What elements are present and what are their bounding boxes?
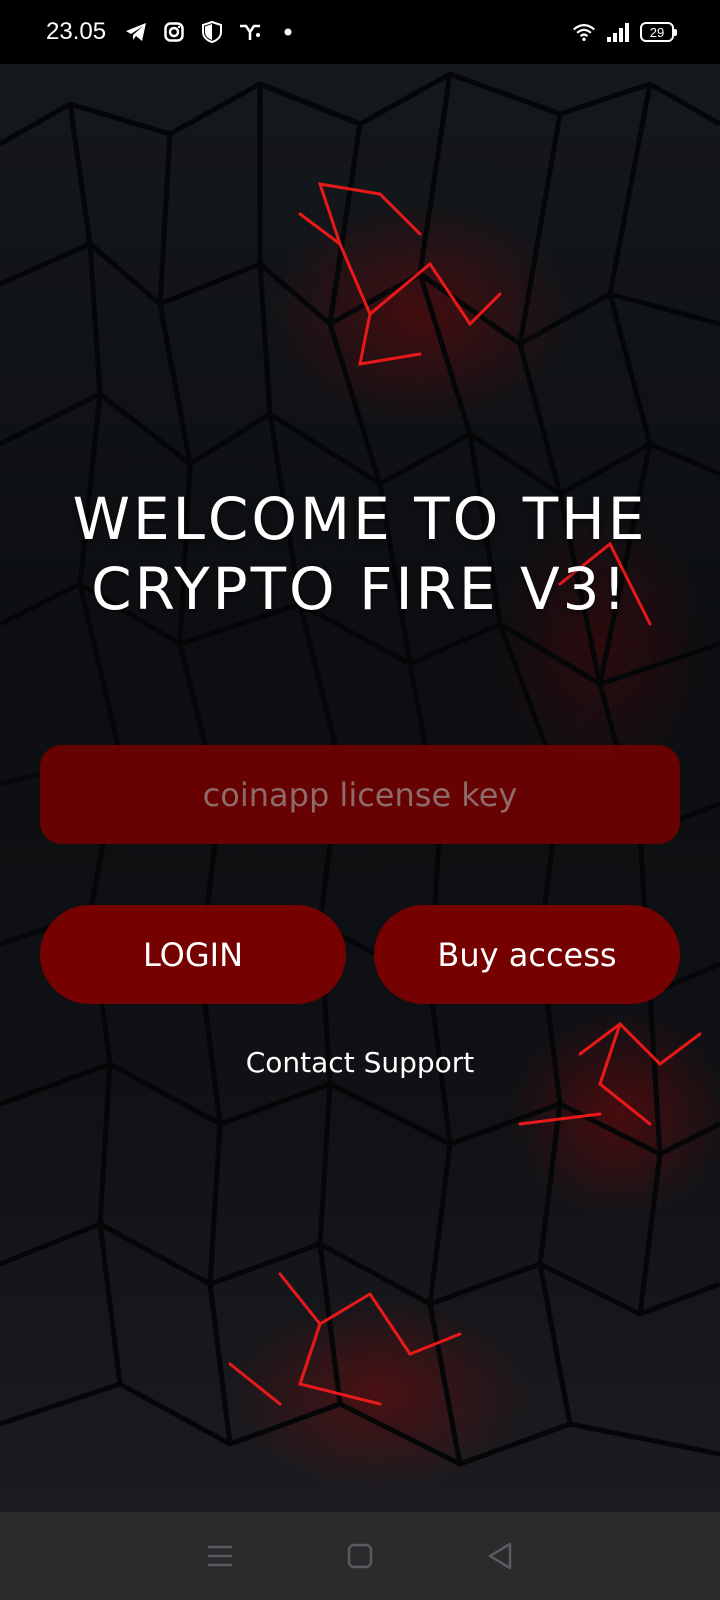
battery-icon: 29 — [640, 22, 677, 42]
welcome-title: WELCOME TO THE CRYPTO FIRE V3! — [72, 485, 648, 623]
telegram-icon — [124, 20, 148, 44]
dot-icon — [276, 20, 300, 44]
navigation-bar — [0, 1512, 720, 1600]
shield-icon — [200, 20, 224, 44]
wifi-icon — [572, 20, 596, 44]
menu-icon[interactable] — [200, 1536, 240, 1576]
contact-support-link[interactable]: Contact Support — [0, 1046, 720, 1079]
login-button[interactable]: LOGIN — [40, 905, 346, 1004]
vpn-icon — [238, 20, 262, 44]
status-time: 23.05 — [46, 18, 107, 45]
home-icon[interactable] — [340, 1536, 380, 1576]
back-icon[interactable] — [480, 1536, 520, 1576]
license-key-input[interactable] — [40, 745, 680, 844]
buy-access-button[interactable]: Buy access — [374, 905, 680, 1004]
signal-icon — [606, 20, 630, 44]
status-bar: 23.05 29 — [0, 0, 720, 64]
instagram-icon — [162, 20, 186, 44]
